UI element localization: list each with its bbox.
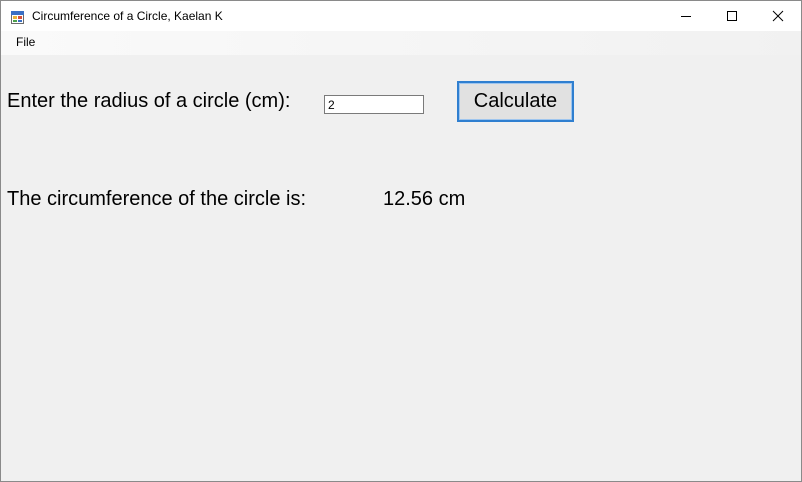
minimize-icon [681,16,691,17]
close-icon [772,10,784,22]
result-label: The circumference of the circle is: [7,188,306,210]
calculate-button[interactable]: Calculate [457,81,574,122]
windows-form-icon [11,9,24,24]
radius-input[interactable] [324,95,424,114]
result-value: 12.56 cm [383,188,466,210]
radius-label: Enter the radius of a circle (cm): [7,90,291,112]
maximize-button[interactable] [709,1,755,31]
minimize-button[interactable] [663,1,709,31]
app-window: Circumference of a Circle, Kaelan K File… [0,0,802,482]
window-title: Circumference of a Circle, Kaelan K [32,9,223,23]
close-button[interactable] [755,1,801,31]
title-bar[interactable]: Circumference of a Circle, Kaelan K [1,1,801,31]
maximize-icon [727,11,737,21]
menu-bar: File [1,31,801,55]
menu-item-file[interactable]: File [10,33,41,51]
